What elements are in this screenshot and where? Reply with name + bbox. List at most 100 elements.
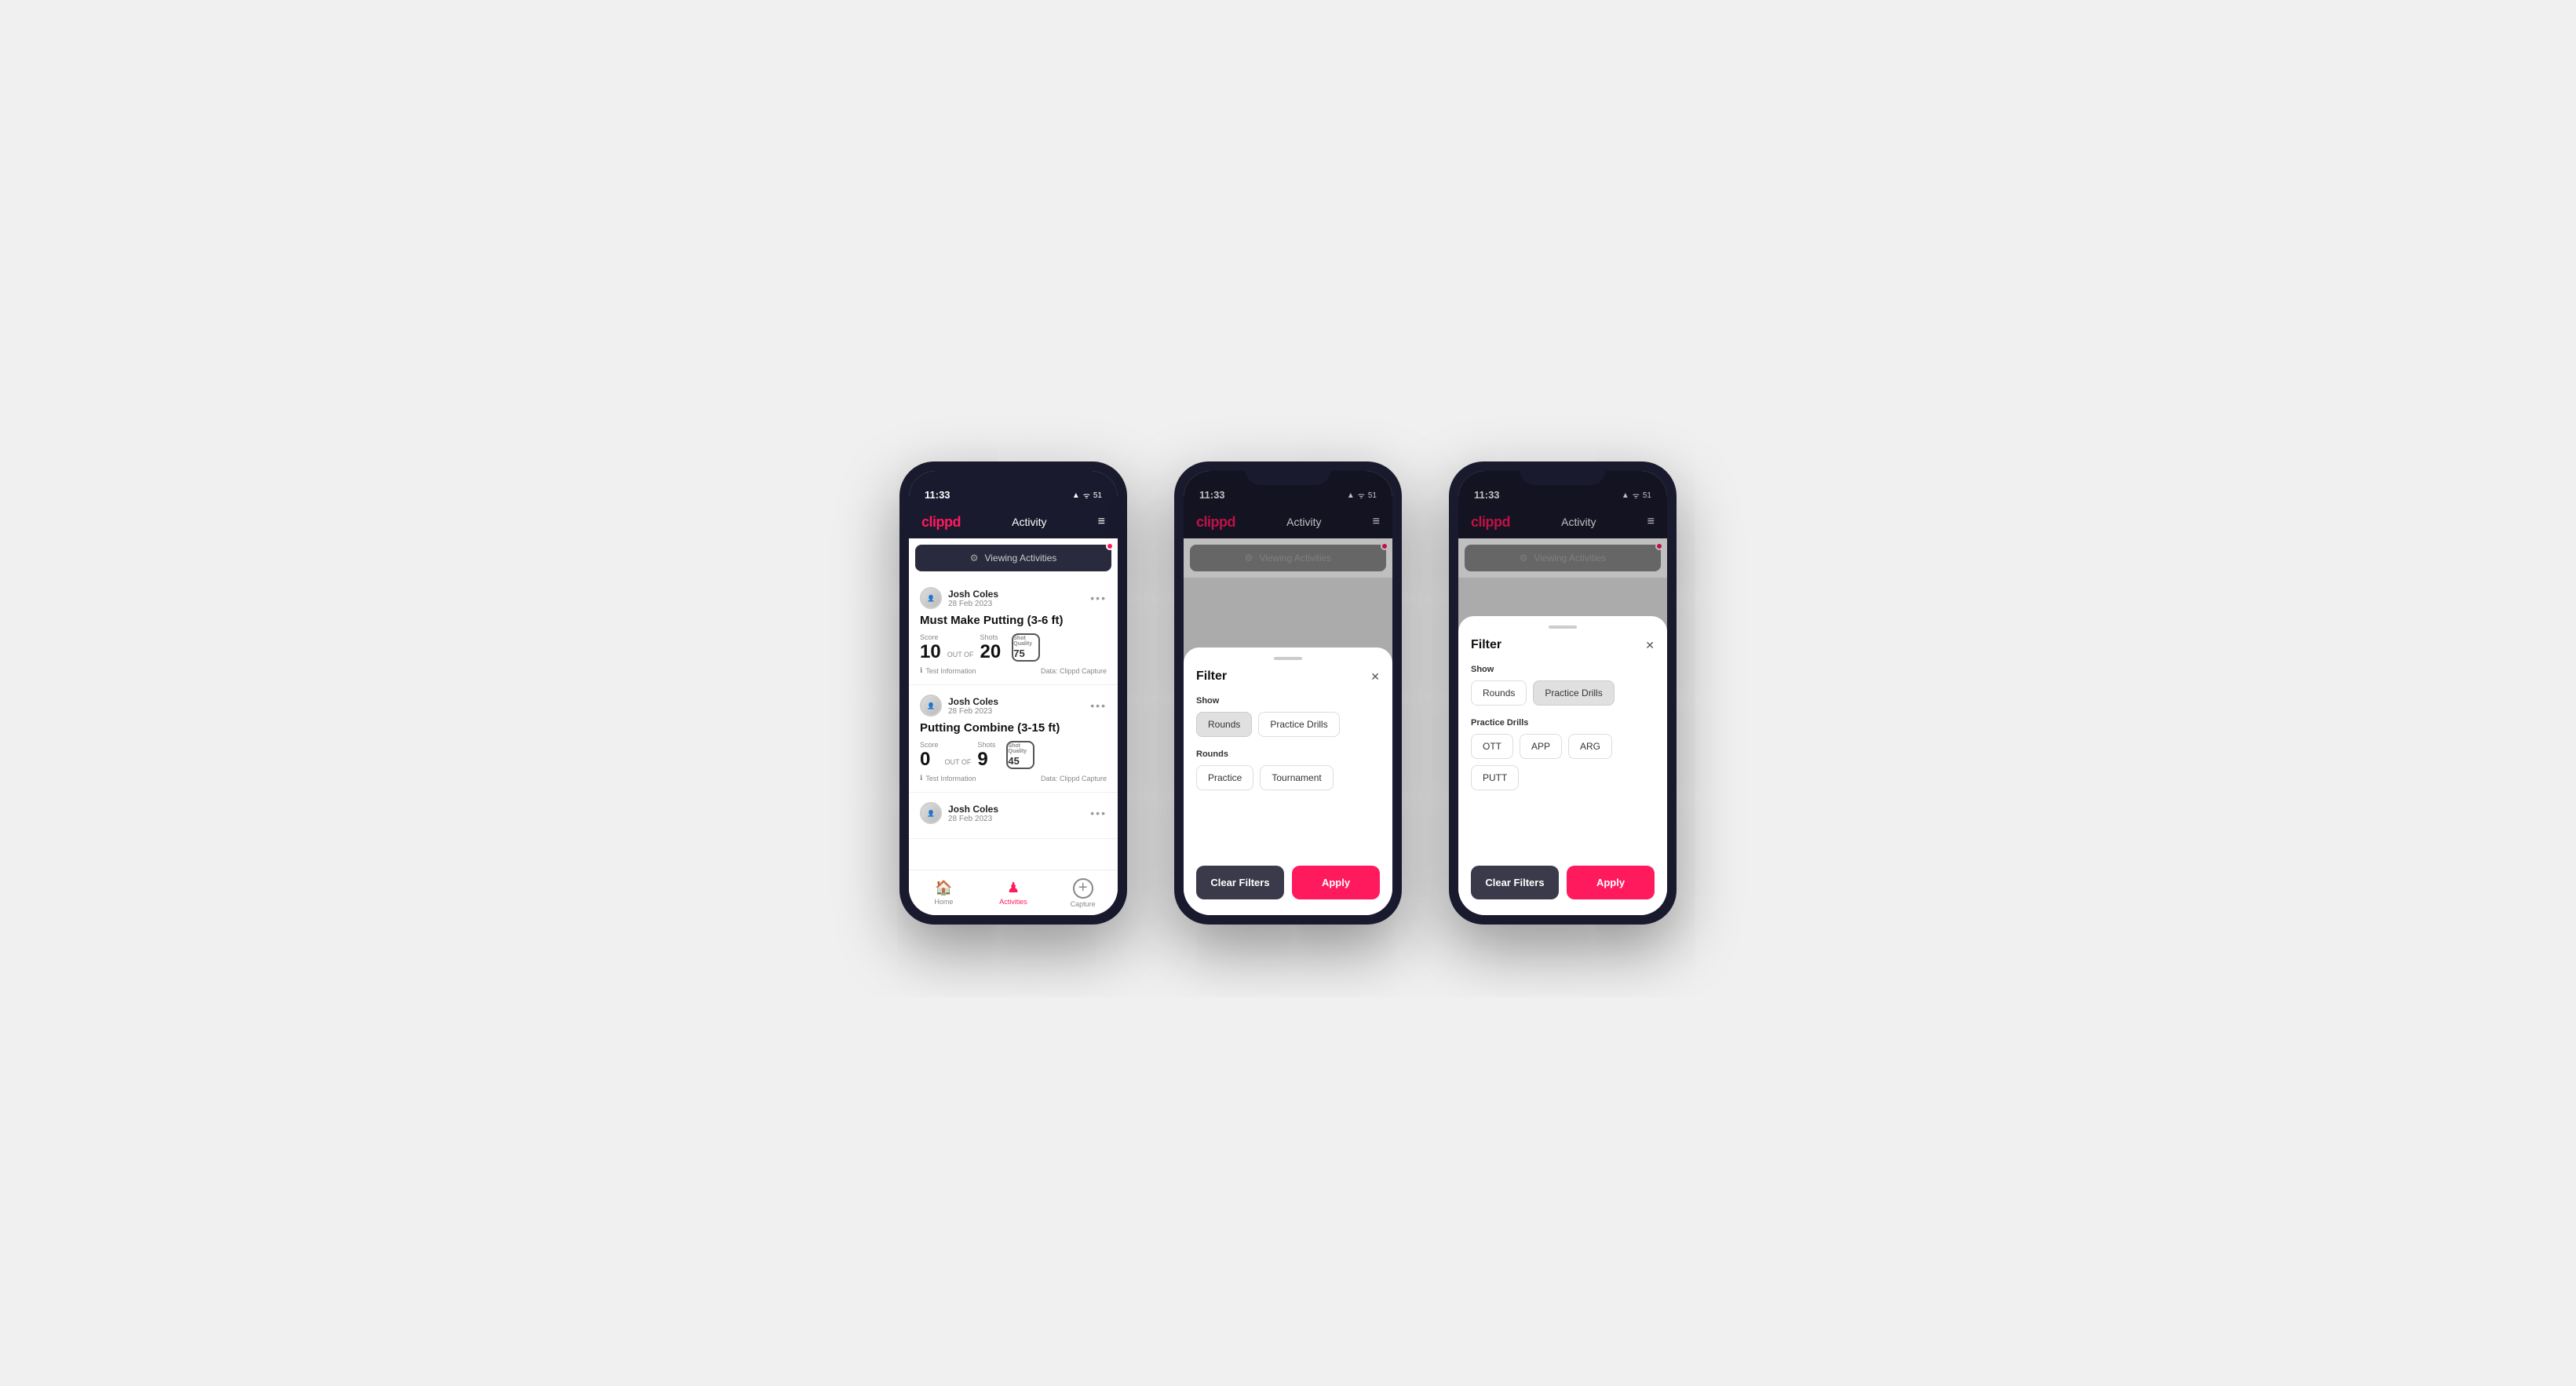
phone-1: 11:33 ▲ ᯤ 51 clippd Activity ≡ ⚙ Viewing… xyxy=(899,461,1127,925)
clear-filters-btn-2[interactable]: Clear Filters xyxy=(1196,866,1284,899)
card-header-1: 👤 Josh Coles 28 Feb 2023 ••• xyxy=(920,587,1107,609)
practice-drills-show-btn-3[interactable]: Practice Drills xyxy=(1533,680,1614,706)
apply-btn-3[interactable]: Apply xyxy=(1567,866,1655,899)
rounds-buttons-2: Practice Tournament xyxy=(1196,765,1380,790)
activity-card-1: 👤 Josh Coles 28 Feb 2023 ••• Must Make P… xyxy=(909,578,1118,685)
activity-title-2: Putting Combine (3-15 ft) xyxy=(920,721,1107,735)
spacer-2 xyxy=(1196,803,1380,850)
capture-icon-1: + xyxy=(1073,878,1093,899)
phone-3: 11:33 ▲ ᯤ 51 clippd Activity ≡ ⚙ Viewing… xyxy=(1449,461,1677,925)
score-value-1: 10 xyxy=(920,643,941,662)
bottom-nav-1: 🏠 Home ♟ Activities + Capture xyxy=(909,870,1118,915)
phone-3-inner: 11:33 ▲ ᯤ 51 clippd Activity ≡ ⚙ Viewing… xyxy=(1458,471,1667,915)
card-header-3: 👤 Josh Coles 28 Feb 2023 ••• xyxy=(920,802,1107,824)
show-buttons-3: Rounds Practice Drills xyxy=(1471,680,1655,706)
viewing-bar-1[interactable]: ⚙ Viewing Activities xyxy=(915,545,1111,571)
user-name-2: Josh Coles xyxy=(948,696,998,707)
filter-icon-1: ⚙ xyxy=(970,553,979,564)
rounds-show-btn-2[interactable]: Rounds xyxy=(1196,712,1252,737)
show-buttons-2: Rounds Practice Drills xyxy=(1196,712,1380,737)
test-info-1: ℹ Test Information xyxy=(920,666,976,675)
activity-card-2: 👤 Josh Coles 28 Feb 2023 ••• Putting Com… xyxy=(909,685,1118,793)
activity-title-1: Must Make Putting (3-6 ft) xyxy=(920,614,1107,627)
more-options-3[interactable]: ••• xyxy=(1090,807,1107,819)
test-info-2: ℹ Test Information xyxy=(920,774,976,782)
capture-label-1: Capture xyxy=(1071,900,1096,908)
phone-2-inner: 11:33 ▲ ᯤ 51 clippd Activity ≡ ⚙ Viewing… xyxy=(1184,471,1392,915)
sheet-actions-3: Clear Filters Apply xyxy=(1471,866,1655,899)
user-date-1: 28 Feb 2023 xyxy=(948,600,998,608)
user-info-3: 👤 Josh Coles 28 Feb 2023 xyxy=(920,802,998,824)
user-date-3: 28 Feb 2023 xyxy=(948,815,998,823)
sheet-header-3: Filter ✕ xyxy=(1471,638,1655,652)
avatar-1: 👤 xyxy=(920,587,942,609)
user-name-1: Josh Coles xyxy=(948,589,998,600)
ott-btn-3[interactable]: OTT xyxy=(1471,734,1513,759)
nav-home-1[interactable]: 🏠 Home xyxy=(909,880,979,906)
activity-card-3: 👤 Josh Coles 28 Feb 2023 ••• xyxy=(909,793,1118,839)
card-footer-1: ℹ Test Information Data: Clippd Capture xyxy=(920,666,1107,675)
avatar-3: 👤 xyxy=(920,802,942,824)
stats-row-1: Score 10 OUT OF Shots 20 Shot Quality 75 xyxy=(920,633,1107,662)
putt-btn-3[interactable]: PUTT xyxy=(1471,765,1519,790)
apply-btn-2[interactable]: Apply xyxy=(1292,866,1380,899)
sheet-handle-3 xyxy=(1549,626,1577,629)
shots-value-2: 9 xyxy=(977,750,995,769)
sheet-close-3[interactable]: ✕ xyxy=(1645,639,1655,652)
shot-quality-badge-1: Shot Quality 75 xyxy=(1012,633,1040,662)
home-icon-1: 🏠 xyxy=(935,880,952,896)
practice-drills-show-btn-2[interactable]: Practice Drills xyxy=(1258,712,1339,737)
menu-icon-1[interactable]: ≡ xyxy=(1098,515,1105,529)
data-source-1: Data: Clippd Capture xyxy=(1041,667,1107,675)
user-date-2: 28 Feb 2023 xyxy=(948,707,998,716)
battery-icon-1: 51 xyxy=(1093,491,1102,500)
status-icons-1: ▲ ᯤ 51 xyxy=(1072,490,1102,501)
user-info-1: 👤 Josh Coles 28 Feb 2023 xyxy=(920,587,998,609)
sheet-close-2[interactable]: ✕ xyxy=(1370,670,1380,684)
out-of-1: OUT OF xyxy=(947,651,974,658)
card-footer-2: ℹ Test Information Data: Clippd Capture xyxy=(920,774,1107,782)
nav-bar-1: clippd Activity ≡ xyxy=(909,505,1118,538)
sheet-actions-2: Clear Filters Apply xyxy=(1196,866,1380,899)
nav-activities-1[interactable]: ♟ Activities xyxy=(979,880,1049,906)
stats-row-2: Score 0 OUT OF Shots 9 Shot Quality 45 xyxy=(920,741,1107,769)
show-section-label-2: Show xyxy=(1196,696,1380,706)
logo-1: clippd xyxy=(921,514,961,531)
shot-quality-value-1: 75 xyxy=(1013,647,1038,659)
sheet-header-2: Filter ✕ xyxy=(1196,669,1380,684)
shots-label-2: Shots xyxy=(977,741,995,749)
notch-3 xyxy=(1520,461,1606,485)
practice-round-btn-2[interactable]: Practice xyxy=(1196,765,1253,790)
practice-buttons-3: OTT APP ARG PUTT xyxy=(1471,734,1655,790)
score-label-2: Score xyxy=(920,741,939,749)
practice-section-label-3: Practice Drills xyxy=(1471,718,1655,728)
phone-1-inner: 11:33 ▲ ᯤ 51 clippd Activity ≡ ⚙ Viewing… xyxy=(909,471,1118,915)
avatar-2: 👤 xyxy=(920,695,942,717)
nav-capture-1[interactable]: + Capture xyxy=(1048,878,1118,908)
card-header-2: 👤 Josh Coles 28 Feb 2023 ••• xyxy=(920,695,1107,717)
out-of-2: OUT OF xyxy=(945,758,972,766)
phone-2: 11:33 ▲ ᯤ 51 clippd Activity ≡ ⚙ Viewing… xyxy=(1174,461,1402,925)
activities-label-1: Activities xyxy=(999,898,1027,906)
more-options-2[interactable]: ••• xyxy=(1090,699,1107,712)
app-btn-3[interactable]: APP xyxy=(1520,734,1562,759)
shots-label-1: Shots xyxy=(980,633,1002,641)
nav-title-1: Activity xyxy=(1012,516,1046,528)
shot-quality-badge-2: Shot Quality 45 xyxy=(1006,741,1034,769)
rounds-show-btn-3[interactable]: Rounds xyxy=(1471,680,1527,706)
more-options-1[interactable]: ••• xyxy=(1090,592,1107,604)
content-1: 👤 Josh Coles 28 Feb 2023 ••• Must Make P… xyxy=(909,578,1118,870)
filter-sheet-3: Filter ✕ Show Rounds Practice Drills Pra… xyxy=(1458,616,1667,915)
score-label-1: Score xyxy=(920,633,941,641)
activities-icon-1: ♟ xyxy=(1007,880,1020,896)
shot-quality-label-1: Shot Quality xyxy=(1013,636,1038,647)
viewing-bar-text-1: Viewing Activities xyxy=(984,553,1056,564)
sheet-title-3: Filter xyxy=(1471,638,1501,652)
clear-filters-btn-3[interactable]: Clear Filters xyxy=(1471,866,1559,899)
shot-quality-value-2: 45 xyxy=(1008,755,1033,767)
arg-btn-3[interactable]: ARG xyxy=(1568,734,1612,759)
sheet-handle-2 xyxy=(1274,657,1302,660)
spacer-3 xyxy=(1471,803,1655,850)
tournament-round-btn-2[interactable]: Tournament xyxy=(1260,765,1333,790)
shots-value-1: 20 xyxy=(980,643,1002,662)
